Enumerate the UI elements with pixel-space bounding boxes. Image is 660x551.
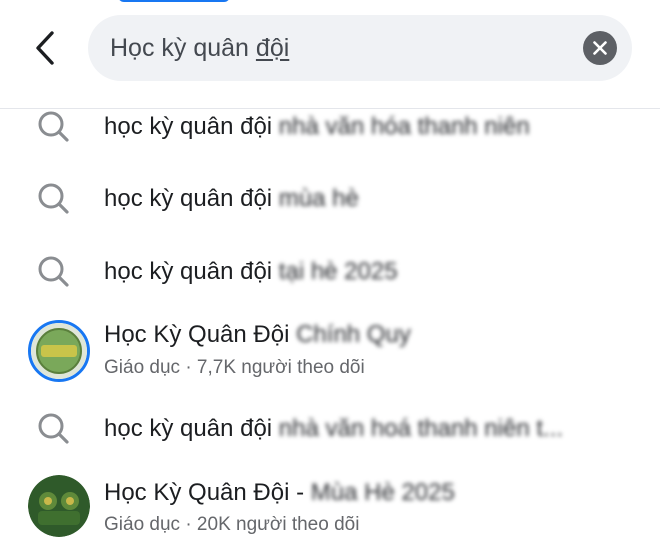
page-result[interactable]: Học Kỳ Quân Đội - Mùa Hè 2025 Giáo dục ·… (0, 475, 660, 539)
search-query-prefix: Học kỳ quân (110, 34, 256, 62)
suggestion-text: học kỳ quân đội nhà văn hóa thanh niên (104, 113, 530, 141)
suggestion-blurred: nhà văn hóa thanh niên (278, 113, 530, 140)
page-subtitle: Giáo dục · 20K người theo dõi (104, 514, 360, 535)
page-name-blurred: Mùa Hè 2025 (310, 479, 455, 506)
suggestion-blurred: nhà văn hoá thanh niên t... (278, 415, 564, 442)
search-input[interactable]: Học kỳ quân đội (88, 15, 632, 81)
page-name: Học Kỳ Quân Đội - (104, 479, 305, 506)
search-suggestion[interactable]: học kỳ quân đội nhà văn hoá thanh niên t… (0, 400, 660, 458)
back-button[interactable] (26, 28, 66, 68)
page-result[interactable]: Học Kỳ Quân Đội Chính Quy Giáo dục · 7,7… (0, 317, 660, 382)
search-suggestion[interactable]: học kỳ quân đội mùa hè (0, 170, 660, 228)
search-suggestion[interactable]: học kỳ quân đội tại hè 2025 (0, 243, 660, 301)
suggestion-query: học kỳ quân đội (104, 258, 273, 285)
chevron-left-icon (36, 31, 54, 65)
search-icon (38, 413, 69, 444)
search-icon (38, 256, 69, 287)
search-header: Học kỳ quân đội (0, 0, 660, 108)
suggestion-query: học kỳ quân đội (104, 185, 273, 212)
suggestion-text: học kỳ quân đội nhà văn hoá thanh niên t… (104, 415, 563, 443)
avatar (28, 475, 90, 537)
suggestion-blurred: mùa hè (278, 185, 359, 212)
page-subtitle: Giáo dục · 7,7K người theo dõi (104, 357, 365, 378)
search-query[interactable]: Học kỳ quân đội (110, 15, 289, 81)
suggestion-text: học kỳ quân đội tại hè 2025 (104, 258, 398, 286)
suggestion-query: học kỳ quân đội (104, 415, 273, 442)
page-name: Học Kỳ Quân Đội (104, 321, 290, 348)
suggestion-query: học kỳ quân đội (104, 113, 273, 140)
page-title-text: Học Kỳ Quân Đội Chính Quy (104, 321, 411, 349)
search-icon (38, 183, 69, 214)
avatar (28, 320, 90, 382)
suggestion-text: học kỳ quân đội mùa hè (104, 185, 359, 213)
page-logo-icon (31, 323, 87, 379)
page-name-blurred: Chính Quy (296, 321, 411, 348)
search-suggestion[interactable]: học kỳ quân đội nhà văn hóa thanh niên (0, 98, 660, 156)
close-icon (593, 41, 607, 55)
suggestion-blurred: tại hè 2025 (278, 258, 398, 285)
page-logo-icon (28, 475, 90, 537)
search-query-underlined: đội (255, 34, 290, 62)
page-title-text: Học Kỳ Quân Đội - Mùa Hè 2025 (104, 479, 455, 507)
clear-button[interactable] (583, 31, 617, 65)
search-icon (38, 111, 69, 142)
